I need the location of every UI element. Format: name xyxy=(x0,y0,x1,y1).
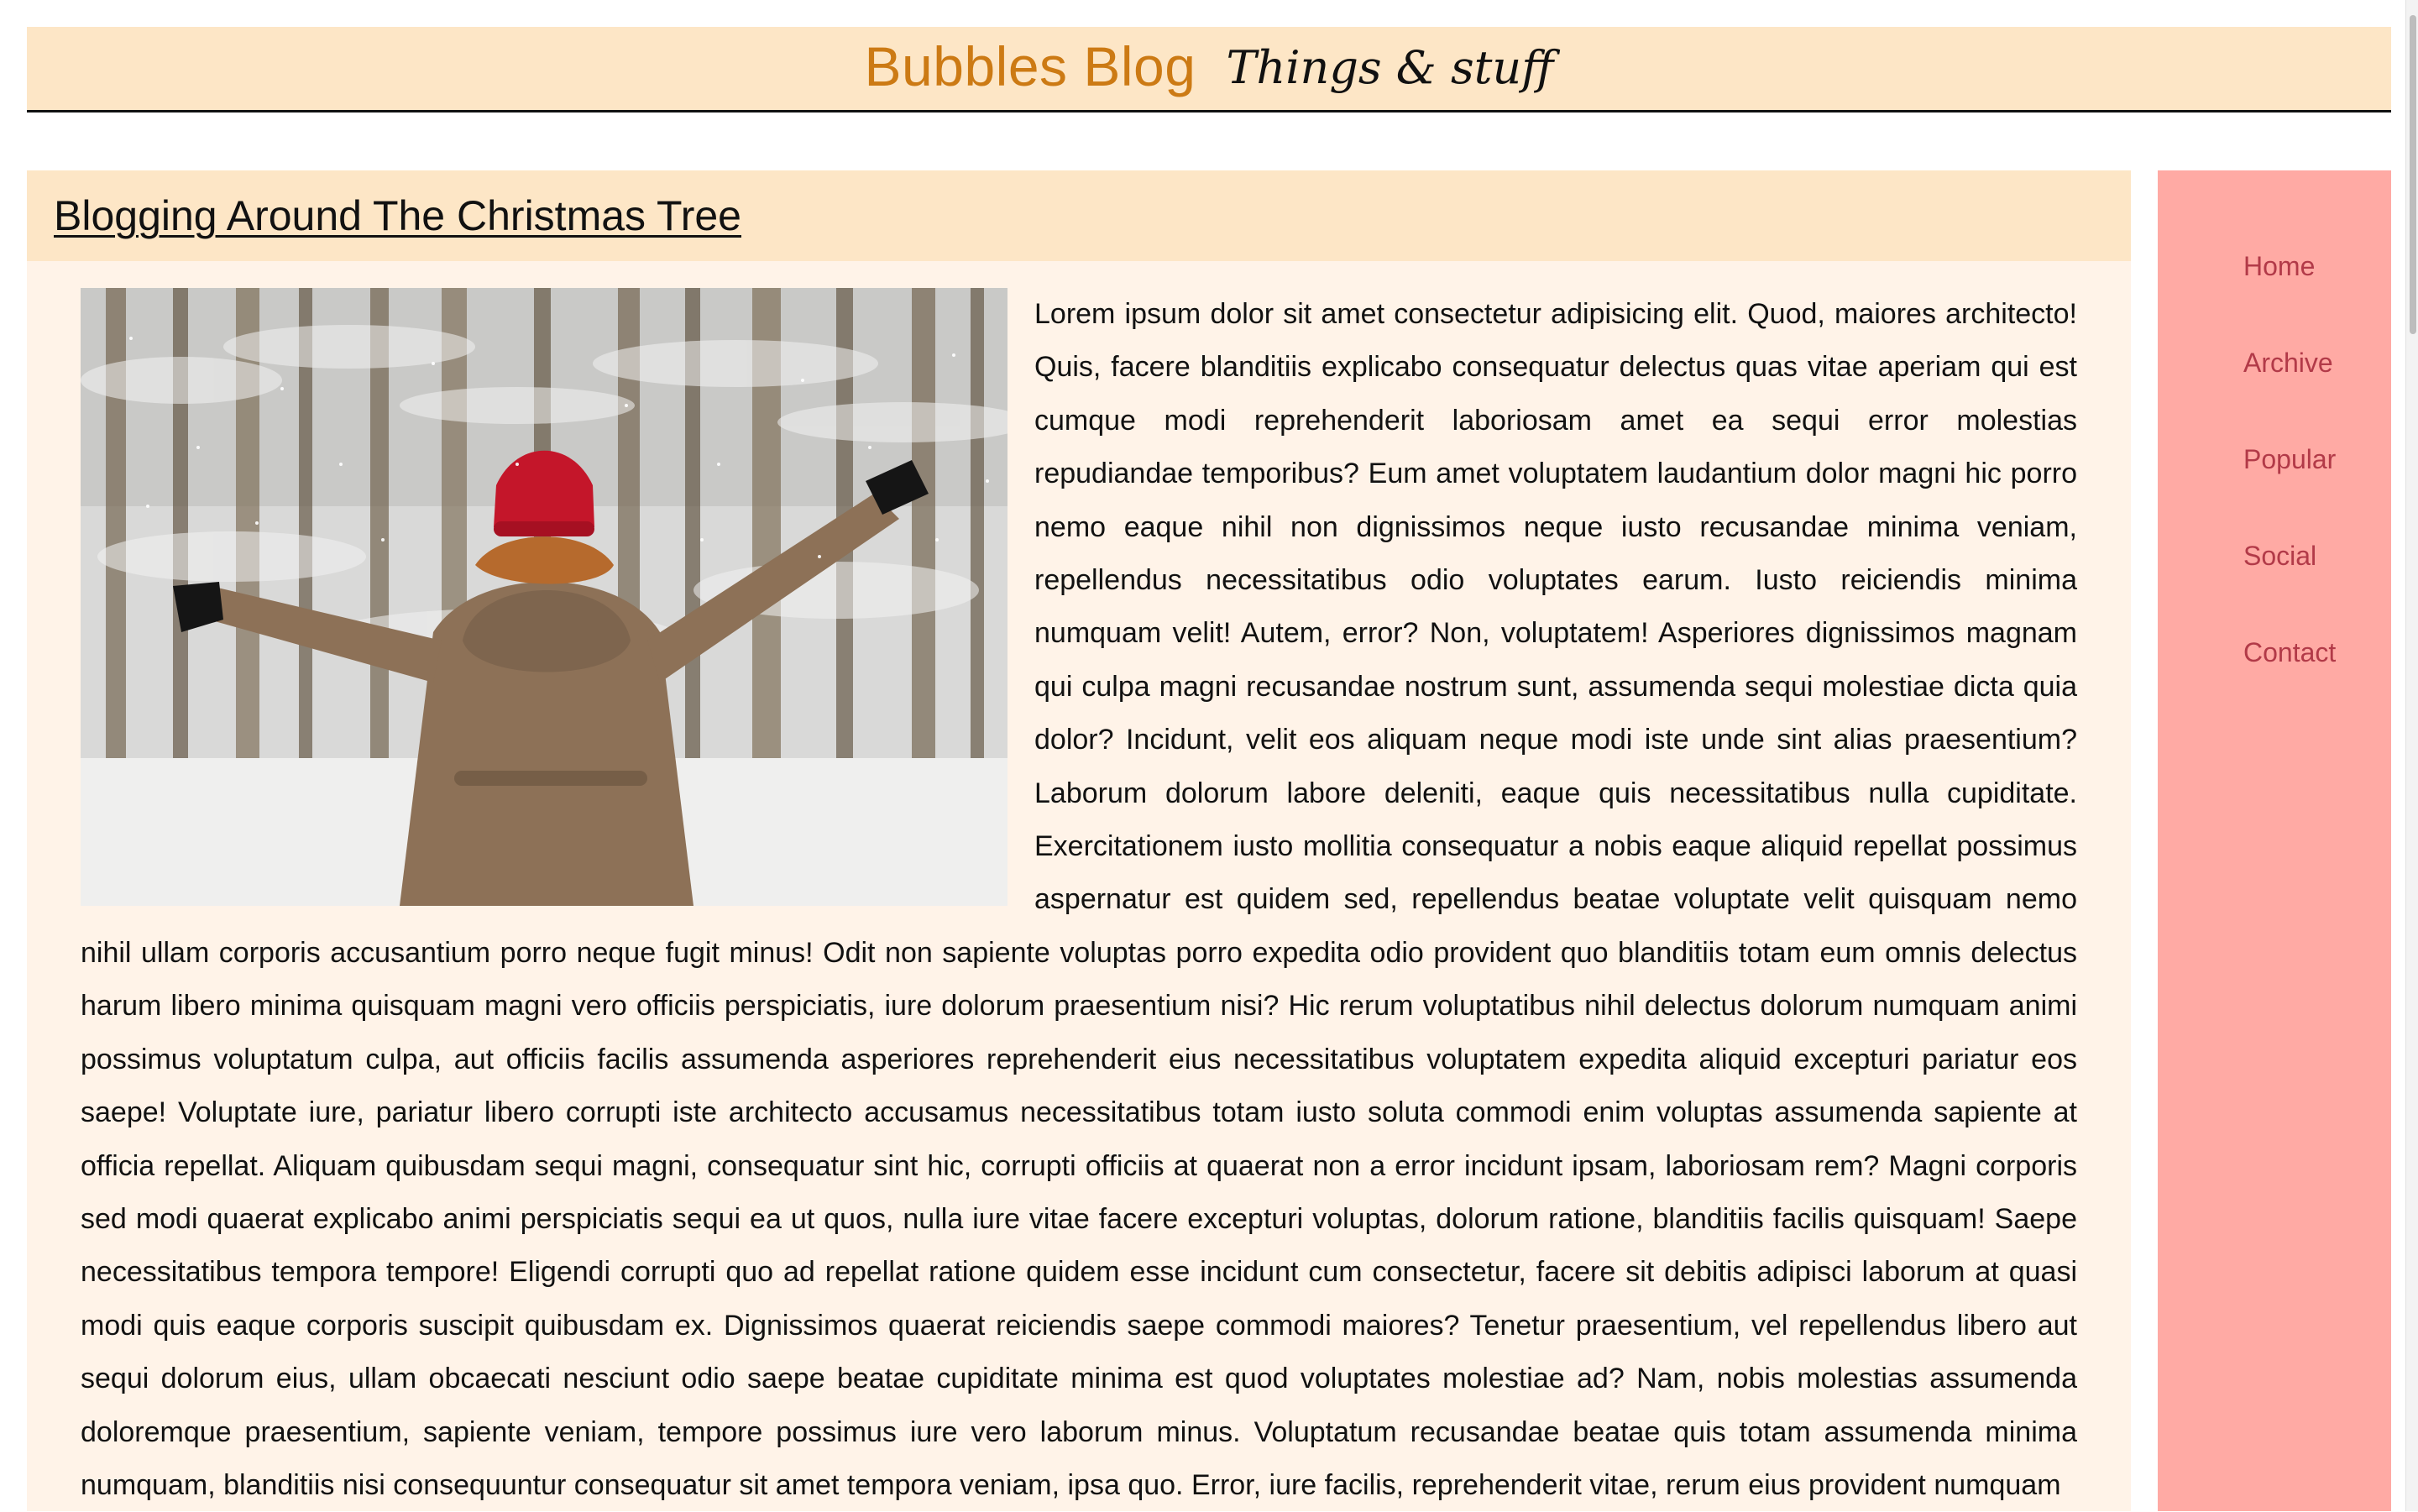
site-header: Bubbles Blog Things & stuff xyxy=(27,27,2391,112)
sidebar-item-popular: Popular xyxy=(2243,444,2336,541)
post-title-link[interactable]: Blogging Around The Christmas Tree xyxy=(54,191,741,240)
sidebar-item-home: Home xyxy=(2243,251,2336,348)
sidebar-item-archive: Archive xyxy=(2243,348,2336,444)
photo-icon xyxy=(81,288,1008,906)
sidebar-nav: Home Archive Popular Social Contact xyxy=(2243,251,2336,734)
nav-link-social[interactable]: Social xyxy=(2243,541,2316,571)
post-body: Lorem ipsum dolor sit amet consectetur a… xyxy=(27,261,2131,1512)
sidebar: Home Archive Popular Social Contact xyxy=(2158,170,2391,1511)
main-content: Blogging Around The Christmas Tree Lorem… xyxy=(27,170,2131,1511)
post-title-bar: Blogging Around The Christmas Tree xyxy=(27,170,2131,261)
page-scrollbar[interactable] xyxy=(2405,0,2418,1511)
post-image xyxy=(81,288,1008,906)
sidebar-item-social: Social xyxy=(2243,541,2336,637)
site-title[interactable]: Bubbles Blog xyxy=(865,34,1196,98)
scrollbar-thumb[interactable] xyxy=(2410,15,2416,334)
sidebar-item-contact: Contact xyxy=(2243,637,2336,734)
nav-link-contact[interactable]: Contact xyxy=(2243,637,2336,667)
site-tagline: Things & stuff xyxy=(1226,41,1554,94)
nav-link-archive[interactable]: Archive xyxy=(2243,348,2333,378)
nav-link-popular[interactable]: Popular xyxy=(2243,444,2336,474)
nav-link-home[interactable]: Home xyxy=(2243,251,2315,281)
